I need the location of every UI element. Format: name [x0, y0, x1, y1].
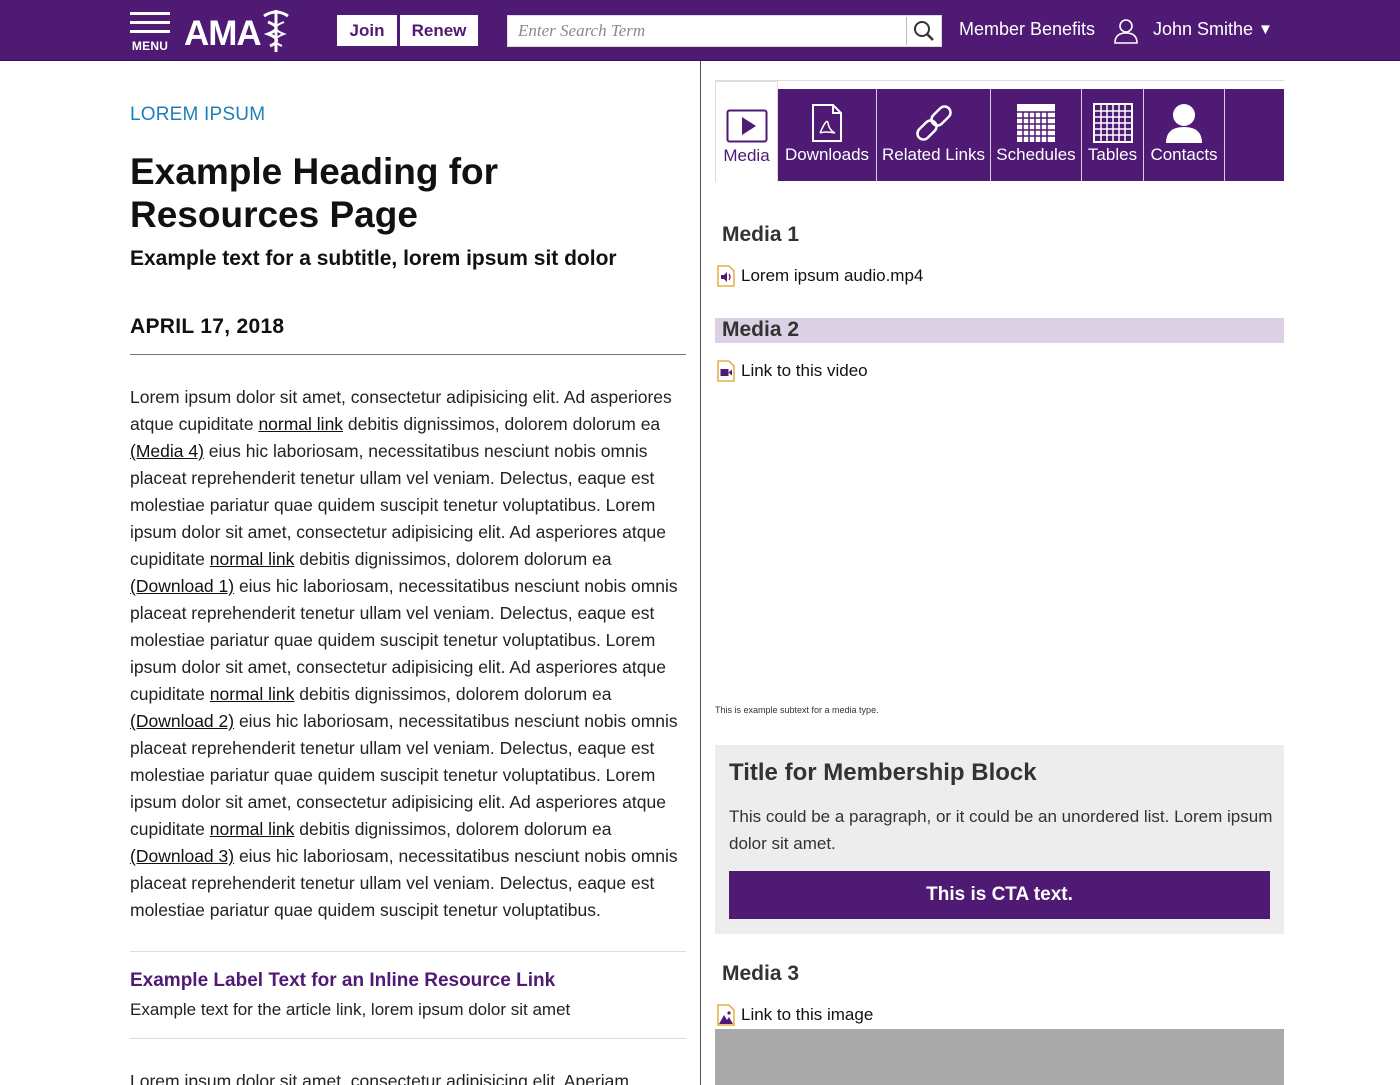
media-2-heading: Media 2 [722, 318, 800, 341]
top-navigation-bar: MENU AMA Join Renew Member Benefits John… [0, 0, 1400, 61]
cta-button[interactable]: This is CTA text. [729, 871, 1270, 919]
file-name: Link to this video [741, 361, 868, 380]
membership-title: Title for Membership Block [729, 759, 1037, 786]
play-icon [726, 109, 767, 143]
media-3-file-link[interactable]: Link to this image [717, 1004, 873, 1026]
member-benefits-link[interactable]: Member Benefits [959, 19, 1095, 40]
tab-tables[interactable]: Tables [1082, 89, 1144, 181]
tab-label: Downloads [784, 145, 870, 164]
inline-resource-description: Example text for the article link, lorem… [130, 1000, 571, 1019]
table-grid-icon [1092, 103, 1133, 143]
renew-button[interactable]: Renew [400, 15, 478, 46]
media-3-heading: Media 3 [722, 962, 800, 985]
download-3-link[interactable]: (Download 3) [130, 846, 234, 866]
divider [130, 1038, 686, 1039]
tab-schedules[interactable]: Schedules [991, 89, 1082, 181]
hamburger-icon-line [130, 30, 170, 33]
file-name: Lorem ipsum audio.mp4 [741, 266, 924, 285]
chevron-down-icon[interactable]: ▼ [1258, 21, 1273, 38]
inline-resource-link[interactable]: Example Label Text for an Inline Resourc… [130, 970, 555, 992]
membership-block: Title for Membership Block This could be… [715, 745, 1284, 934]
video-file-icon [717, 360, 735, 382]
tab-label: Tables [1087, 145, 1138, 164]
tab-contacts[interactable]: Contacts [1144, 89, 1225, 181]
download-1-link[interactable]: (Download 1) [130, 576, 234, 596]
normal-link[interactable]: normal link [258, 414, 343, 434]
hamburger-icon [130, 12, 170, 15]
tab-related-links[interactable]: Related Links [877, 89, 991, 181]
search-input[interactable] [508, 16, 905, 46]
media-1-heading: Media 1 [722, 223, 800, 246]
media-1-file-link[interactable]: Lorem ipsum audio.mp4 [717, 265, 923, 287]
file-name: Link to this image [741, 1005, 874, 1024]
schedule-grid-icon [1017, 104, 1055, 142]
media-2-file-link[interactable]: Link to this video [717, 360, 868, 382]
hamburger-icon-line [130, 21, 170, 24]
eyebrow-category[interactable]: LOREM IPSUM [130, 104, 265, 126]
media-subtext: This is example subtext for a media type… [715, 705, 879, 715]
article-body-continued: Lorem ipsum dolor sit amet, consectetur … [130, 1071, 629, 1085]
image-file-icon [717, 1004, 735, 1026]
resource-tabs: Media Downloads Related Links Schedules … [715, 80, 1284, 182]
tab-label: Media [723, 146, 770, 165]
tab-label: Schedules [996, 145, 1076, 164]
image-preview [715, 1029, 1284, 1085]
body-text: debitis dignissimos, dolorem dolorum ea [343, 414, 661, 434]
tab-label: Related Links [881, 145, 985, 164]
publish-date: APRIL 17, 2018 [130, 315, 285, 338]
search-box [507, 15, 942, 47]
normal-link[interactable]: normal link [210, 684, 295, 704]
search-icon [913, 21, 934, 41]
user-account-name[interactable]: John Smithe [1153, 19, 1253, 40]
body-text: debitis dignissimos, dolorem dolorum ea [294, 549, 612, 569]
menu-button[interactable]: MENU [130, 12, 170, 53]
divider [130, 354, 686, 355]
user-icon[interactable] [1114, 18, 1138, 44]
search-button[interactable] [906, 17, 940, 45]
ama-logo[interactable]: AMA [184, 6, 296, 54]
caduceus-icon [263, 10, 289, 52]
download-2-link[interactable]: (Download 2) [130, 711, 234, 731]
page-title: Example Heading for Resources Page [130, 151, 499, 235]
link-icon [915, 105, 952, 141]
tab-media[interactable]: Media [715, 81, 778, 182]
menu-label: MENU [131, 39, 169, 53]
normal-link[interactable]: normal link [210, 549, 295, 569]
body-text: debitis dignissimos, dolorem dolorum ea [294, 684, 612, 704]
person-icon [1166, 104, 1202, 143]
tab-bar-filler [1225, 89, 1284, 181]
audio-file-icon [717, 265, 735, 287]
normal-link[interactable]: normal link [210, 819, 295, 839]
pdf-icon [812, 104, 842, 142]
tab-label: Contacts [1150, 145, 1218, 164]
body-text: debitis dignissimos, dolorem dolorum ea [294, 819, 612, 839]
divider [130, 951, 686, 952]
join-button[interactable]: Join [337, 15, 397, 46]
page-subtitle: Example text for a subtitle, lorem ipsum… [130, 247, 617, 270]
logo-text: AMA [184, 14, 262, 53]
article-body: Lorem ipsum dolor sit amet, consectetur … [130, 384, 688, 924]
media-4-link[interactable]: (Media 4) [130, 441, 204, 461]
media-2-heading-highlight [715, 318, 1284, 343]
column-divider [700, 61, 701, 1085]
tab-downloads[interactable]: Downloads [778, 89, 877, 181]
membership-paragraph: This could be a paragraph, or it could b… [729, 807, 1273, 853]
